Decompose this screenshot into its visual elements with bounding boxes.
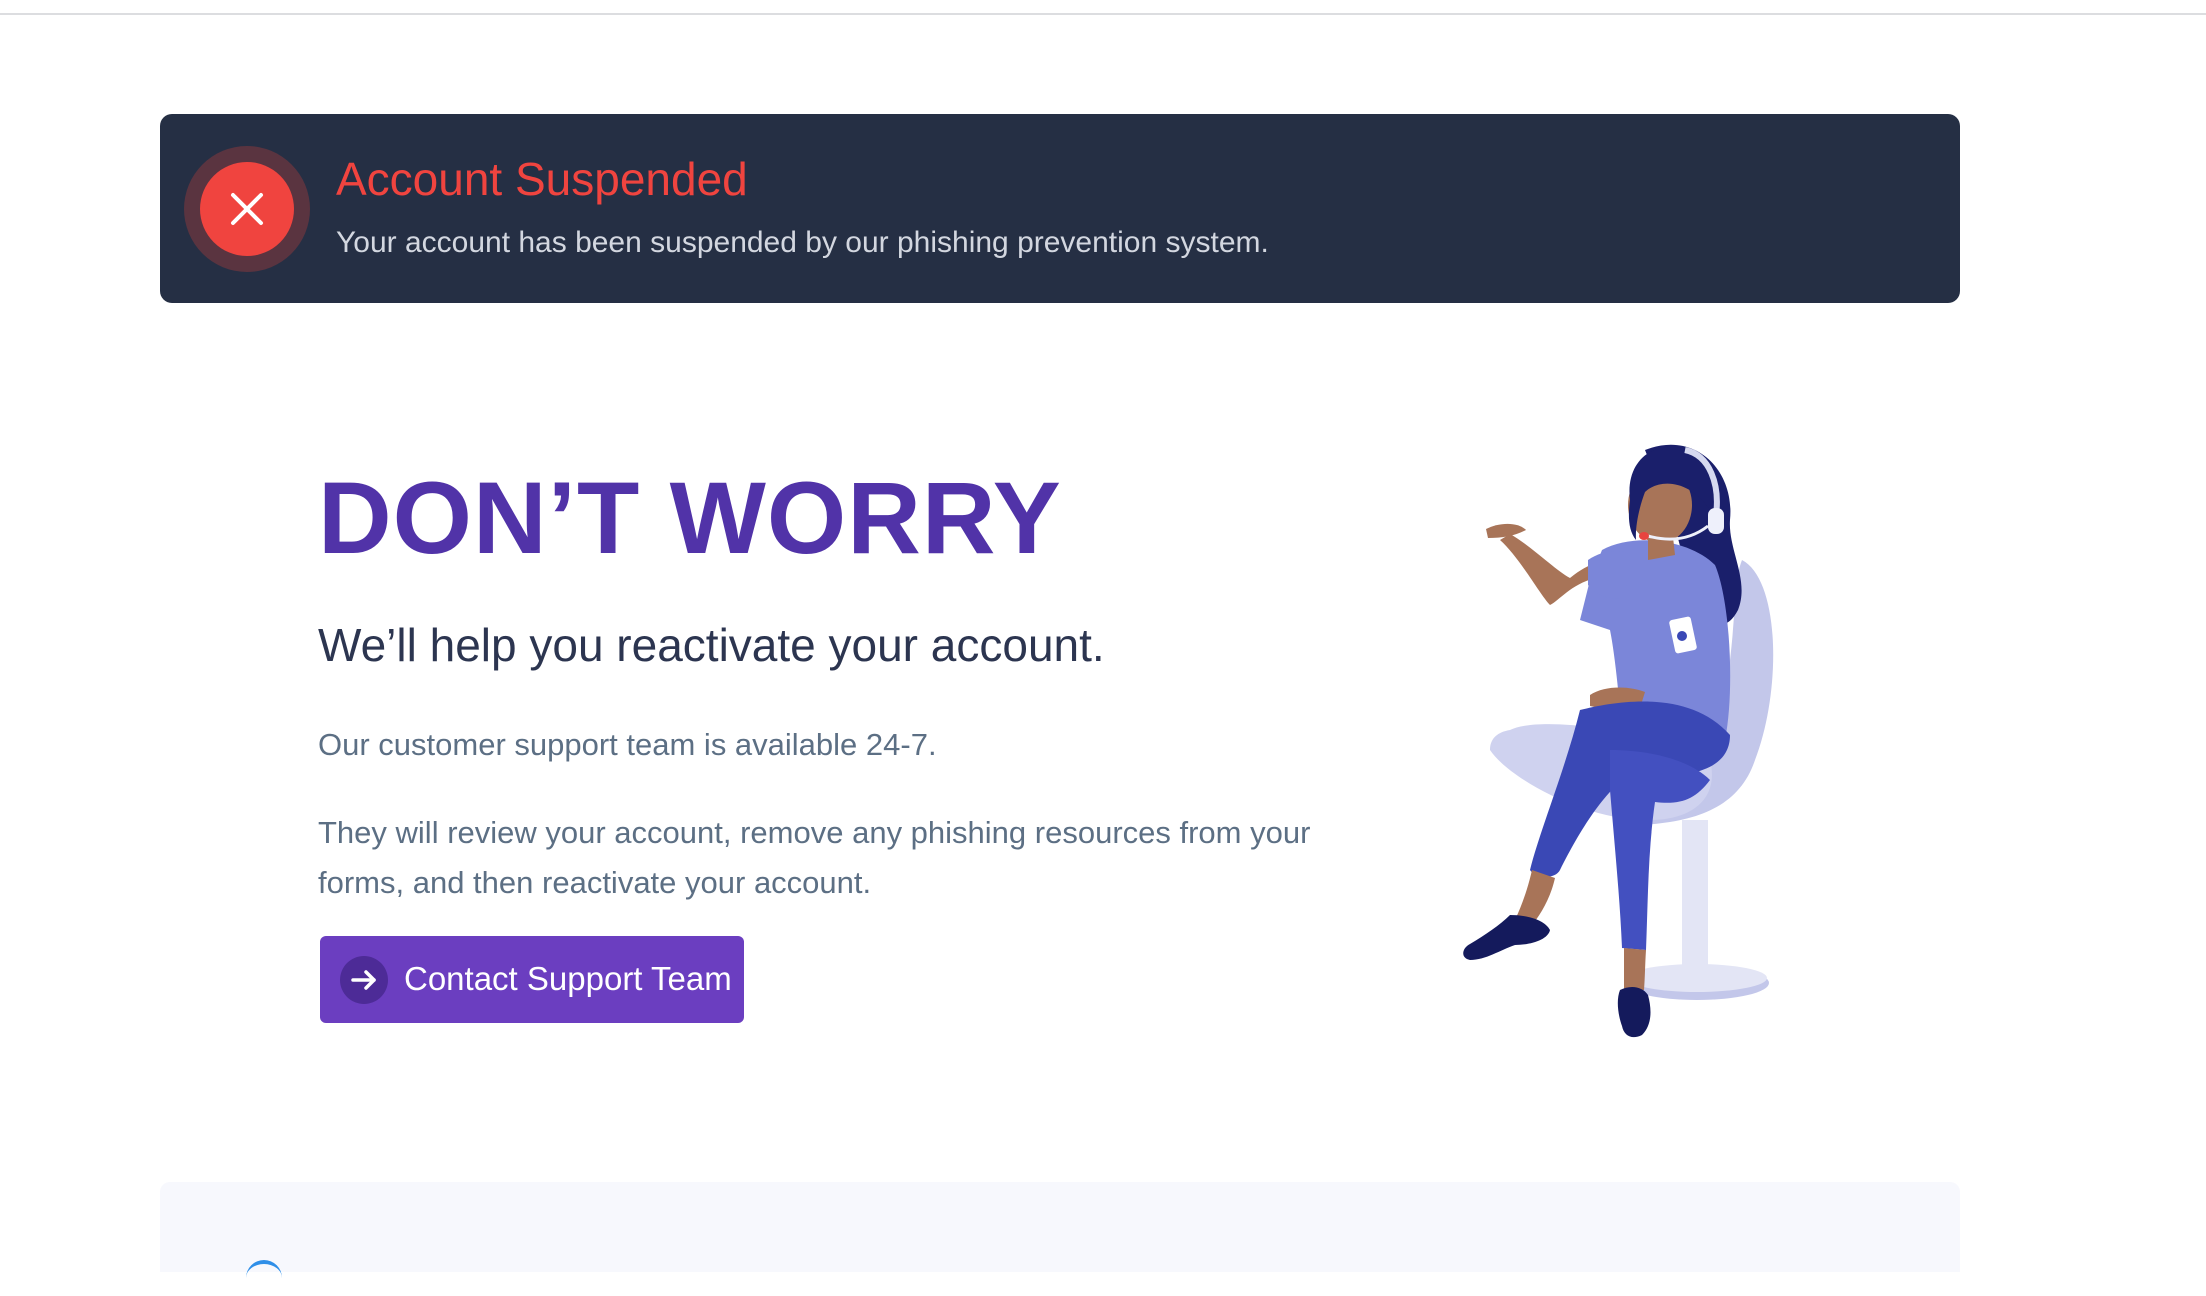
- contact-support-label: Contact Support Team: [404, 960, 732, 997]
- support-agent-illustration: [1390, 430, 1830, 1050]
- alert-icon-ring: [184, 146, 310, 272]
- support-availability-text: Our customer support team is available 2…: [318, 727, 937, 762]
- contact-support-button[interactable]: Contact Support Team: [320, 936, 744, 1023]
- loading-indicator: [246, 1260, 282, 1296]
- arrow-right-icon: [340, 956, 388, 1004]
- bottom-info-card: [160, 1182, 1960, 1272]
- page-subheadline: We’ll help you reactivate your account.: [318, 619, 1105, 671]
- account-suspended-alert: Account Suspended Your account has been …: [160, 114, 1960, 303]
- alert-title: Account Suspended: [336, 153, 748, 205]
- close-icon: [200, 162, 294, 256]
- alert-message: Your account has been suspended by our p…: [336, 226, 1269, 259]
- support-description-text: They will review your account, remove an…: [318, 815, 1311, 900]
- browser-top-border: [0, 0, 2206, 15]
- page-headline: DON’T WORRY: [318, 461, 1062, 575]
